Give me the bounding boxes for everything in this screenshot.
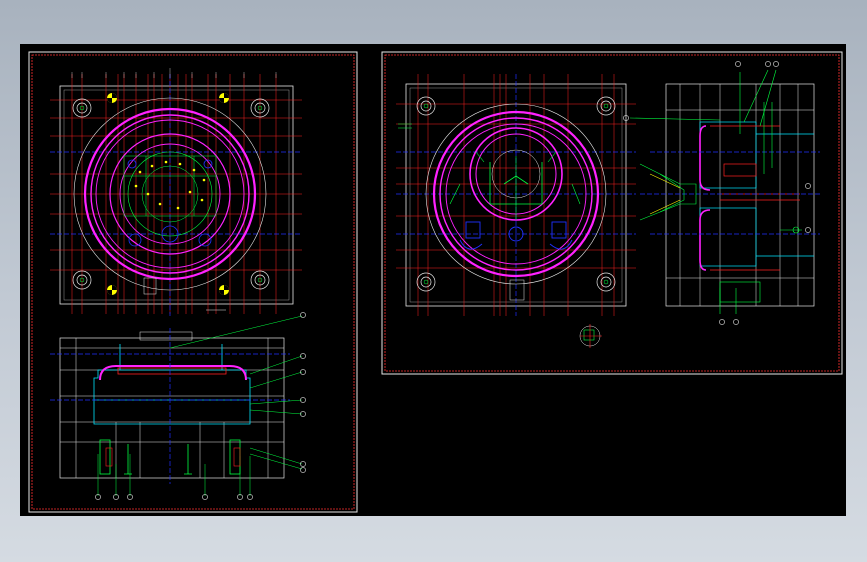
plan-view-left[interactable]: [50, 68, 302, 316]
side-section-view[interactable]: [623, 61, 820, 325]
section-view-left[interactable]: [50, 312, 306, 500]
sheet-right: [381, 51, 843, 375]
cavity-plan-view[interactable]: [396, 74, 636, 316]
balloon-callout-icon: [623, 61, 811, 325]
cad-drawing-canvas[interactable]: [20, 44, 846, 516]
detail-view[interactable]: [579, 324, 602, 348]
sheet-left: [28, 51, 358, 513]
